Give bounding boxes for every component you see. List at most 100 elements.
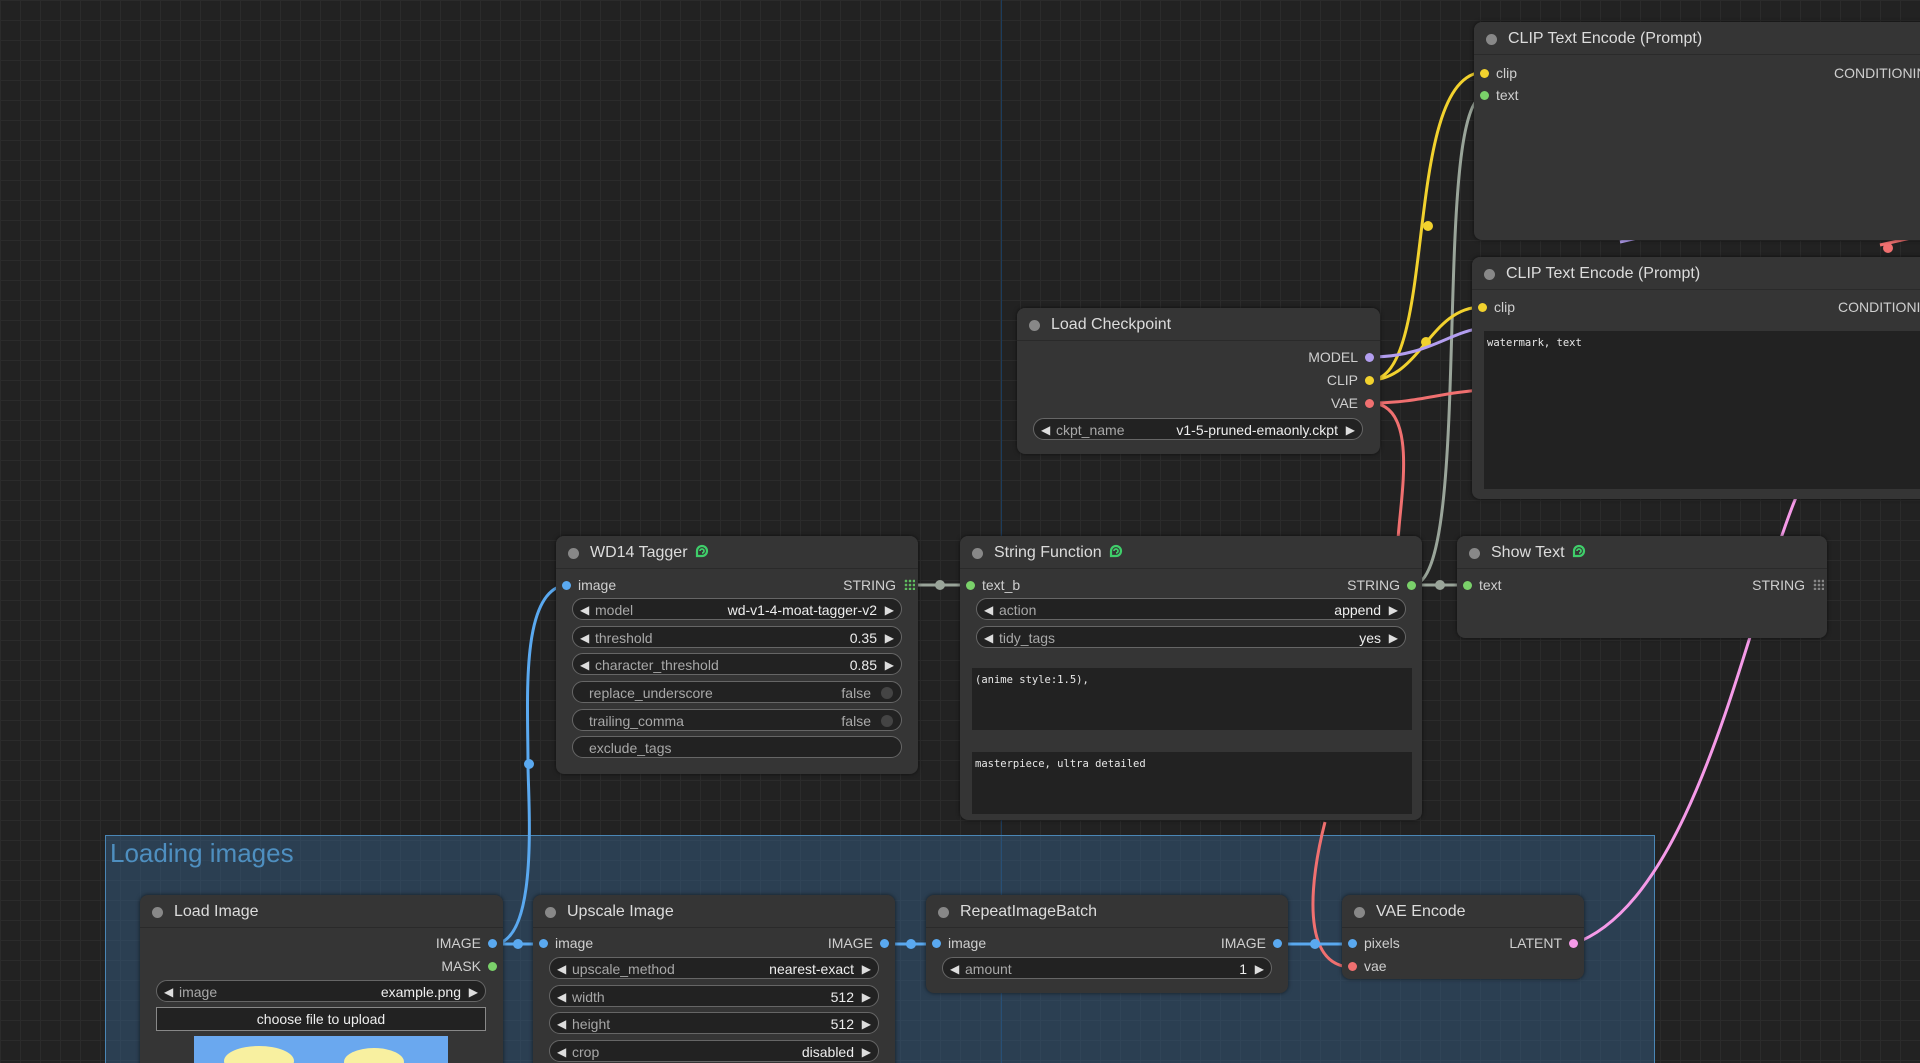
wd14-tagger-node[interactable]: WD14 Tagger image STRING ◀ model wd-v1-4-m… [556,536,918,774]
mask-socket-icon[interactable] [488,962,497,971]
string-socket-icon[interactable] [966,581,975,590]
output-slot-image[interactable]: IMAGE [436,933,503,953]
arrow-right-icon[interactable]: ▶ [1389,627,1398,649]
input-slot-clip[interactable]: clip [1472,297,1515,317]
action-combo[interactable]: ◀ action append ▶ [976,598,1406,620]
choose-file-button[interactable]: choose file to upload [156,1007,486,1031]
input-slot-clip[interactable]: clip [1474,63,1517,83]
height-number[interactable]: ◀ height 512 ▶ [549,1012,879,1034]
output-slot-latent[interactable]: LATENT [1509,933,1584,953]
repeat-image-batch-node[interactable]: RepeatImageBatch image IMAGE ◀ amount 1 ▶ [926,895,1288,993]
output-slot-conditioning[interactable]: CONDITIONING [1838,297,1920,317]
vae-socket-icon[interactable] [1365,399,1374,408]
toggle-knob-icon[interactable] [881,715,893,727]
node-title-bar[interactable]: Load Image [140,895,503,928]
node-title-bar[interactable]: RepeatImageBatch [926,895,1288,928]
image-combo[interactable]: ◀ image example.png ▶ [156,980,486,1002]
node-graph-canvas[interactable]: Loading images CLIP Text Encode (Prompt)… [0,0,1920,1063]
image-socket-icon[interactable] [1348,939,1357,948]
negative-prompt-textarea[interactable]: watermark, text [1484,331,1920,489]
input-slot-image[interactable]: image [926,933,986,953]
arrow-left-icon[interactable]: ◀ [557,958,566,980]
node-title-bar[interactable]: WD14 Tagger [556,536,918,569]
arrow-right-icon[interactable]: ▶ [862,1041,871,1063]
toggle-knob-icon[interactable] [881,687,893,699]
image-socket-icon[interactable] [488,939,497,948]
threshold-number[interactable]: ◀ threshold 0.35 ▶ [572,626,902,648]
arrow-right-icon[interactable]: ▶ [862,1013,871,1035]
image-socket-icon[interactable] [880,939,889,948]
width-number[interactable]: ◀ width 512 ▶ [549,985,879,1007]
collapse-dot-icon[interactable] [1469,548,1480,559]
arrow-right-icon[interactable]: ▶ [862,958,871,980]
collapse-dot-icon[interactable] [938,907,949,918]
vae-encode-node[interactable]: VAE Encode pixels vae LATENT [1342,895,1584,979]
text-c-textarea[interactable]: masterpiece, ultra detailed [972,752,1412,814]
node-title-bar[interactable]: CLIP Text Encode (Prompt) [1474,22,1920,55]
clip-socket-icon[interactable] [1478,303,1487,312]
clip-socket-icon[interactable] [1480,69,1489,78]
input-slot-text[interactable]: text [1457,575,1502,595]
list-output-icon[interactable] [1813,579,1824,590]
output-slot-string[interactable]: STRING [1752,575,1827,595]
exclude-tags-input[interactable]: exclude_tags [572,736,902,758]
input-slot-text-b[interactable]: text_b [960,575,1020,595]
image-socket-icon[interactable] [539,939,548,948]
output-slot-string[interactable]: STRING [1347,575,1422,595]
node-title-bar[interactable]: CLIP Text Encode (Prompt) [1472,257,1920,290]
output-slot-clip[interactable]: CLIP [1327,370,1380,390]
arrow-right-icon[interactable]: ▶ [1346,419,1355,441]
trailing-comma-toggle[interactable]: trailing_comma false [572,709,902,731]
latent-socket-icon[interactable] [1569,939,1578,948]
text-a-textarea[interactable]: (anime style:1.5), [972,668,1412,730]
input-slot-vae[interactable]: vae [1342,956,1387,976]
arrow-left-icon[interactable]: ◀ [950,958,959,980]
arrow-right-icon[interactable]: ▶ [862,986,871,1008]
show-text-node[interactable]: Show Text text STRING [1457,536,1827,638]
node-title-bar[interactable]: Load Checkpoint [1017,308,1380,341]
output-slot-image[interactable]: IMAGE [828,933,895,953]
node-title-bar[interactable]: Show Text [1457,536,1827,569]
arrow-right-icon[interactable]: ▶ [469,981,478,1003]
arrow-left-icon[interactable]: ◀ [984,599,993,621]
arrow-left-icon[interactable]: ◀ [557,1041,566,1063]
arrow-left-icon[interactable]: ◀ [580,599,589,621]
arrow-left-icon[interactable]: ◀ [580,627,589,649]
output-slot-model[interactable]: MODEL [1308,347,1380,367]
model-combo[interactable]: ◀ model wd-v1-4-moat-tagger-v2 ▶ [572,598,902,620]
arrow-right-icon[interactable]: ▶ [885,599,894,621]
node-title-bar[interactable]: VAE Encode [1342,895,1584,928]
image-socket-icon[interactable] [932,939,941,948]
string-socket-icon[interactable] [1480,91,1489,100]
node-title-bar[interactable]: String Function [960,536,1422,569]
node-title-bar[interactable]: Upscale Image [533,895,895,928]
load-image-node[interactable]: Load Image IMAGE MASK ◀ image example.png ▶… [140,895,503,1063]
load-checkpoint-node[interactable]: Load Checkpoint MODEL CLIP VAE ◀ ckpt_nam… [1017,308,1380,454]
collapse-dot-icon[interactable] [152,907,163,918]
upscale-method-combo[interactable]: ◀ upscale_method nearest-exact ▶ [549,957,879,979]
arrow-left-icon[interactable]: ◀ [557,986,566,1008]
string-socket-icon[interactable] [1463,581,1472,590]
arrow-right-icon[interactable]: ▶ [885,627,894,649]
tidy-tags-combo[interactable]: ◀ tidy_tags yes ▶ [976,626,1406,648]
amount-number[interactable]: ◀ amount 1 ▶ [942,957,1272,979]
model-socket-icon[interactable] [1365,353,1374,362]
clip-text-encode-node-1[interactable]: CLIP Text Encode (Prompt) clip text COND… [1474,22,1920,240]
arrow-left-icon[interactable]: ◀ [1041,419,1050,441]
arrow-left-icon[interactable]: ◀ [580,654,589,676]
string-socket-icon[interactable] [1407,581,1416,590]
ckpt-name-combo[interactable]: ◀ ckpt_name v1-5-pruned-emaonly.ckpt ▶ [1033,418,1363,440]
vae-socket-icon[interactable] [1348,962,1357,971]
input-slot-text[interactable]: text [1474,85,1519,105]
output-slot-mask[interactable]: MASK [441,956,503,976]
replace-underscore-toggle[interactable]: replace_underscore false [572,681,902,703]
character-threshold-number[interactable]: ◀ character_threshold 0.85 ▶ [572,653,902,675]
input-slot-image[interactable]: image [556,575,616,595]
collapse-dot-icon[interactable] [1029,320,1040,331]
arrow-left-icon[interactable]: ◀ [164,981,173,1003]
image-socket-icon[interactable] [562,581,571,590]
output-slot-conditioning[interactable]: CONDITIONING [1834,63,1920,83]
collapse-dot-icon[interactable] [568,548,579,559]
arrow-right-icon[interactable]: ▶ [1255,958,1264,980]
output-slot-string[interactable]: STRING [843,575,918,595]
